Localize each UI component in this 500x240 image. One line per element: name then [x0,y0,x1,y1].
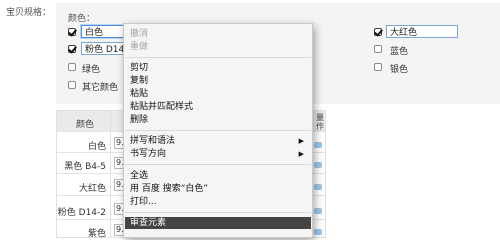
table-cell-color: 黑色 B4-5 [64,162,106,172]
batch-edit-icon[interactable] [314,208,322,214]
menu-item-redo[interactable]: 重做 [130,41,308,53]
color-label-silver: 银色 [390,65,409,75]
spec-label: 宝贝规格： [6,8,52,18]
menu-item-spelling-grammar[interactable]: 拼写和语法 ▶ [130,135,308,147]
menu-item-copy[interactable]: 复制 [130,75,308,87]
checkbox-green[interactable] [68,63,76,71]
checkbox-pink[interactable] [68,45,76,53]
menu-item-search-baidu[interactable]: 用 百度 搜索“白色” [130,183,308,195]
batch-edit-icon[interactable] [314,162,322,168]
menu-item-select-all[interactable]: 全选 [130,170,308,182]
menu-separator [125,164,311,165]
menu-item-label: 书写方向 [130,149,167,159]
color-label-green: 绿色 [82,65,101,75]
checkbox-silver[interactable] [374,63,382,71]
menu-separator [125,130,311,131]
menu-separator [125,212,311,213]
menu-item-writing-direction[interactable]: 书写方向 ▶ [130,148,308,160]
color-section-title: 颜色： [68,14,96,24]
table-header-color: 颜色 [76,120,95,130]
submenu-arrow-icon: ▶ [298,137,304,145]
checkbox-other[interactable] [68,81,76,89]
context-menu: 撤消 重做 剪切 复制 粘贴 粘贴并匹配样式 删除 拼写和语法 ▶ 书写方向 ▶… [123,23,313,238]
checkbox-red[interactable] [374,28,382,36]
menu-item-label: 拼写和语法 [130,136,176,146]
menu-item-cut[interactable]: 剪切 [130,62,308,74]
submenu-arrow-icon: ▶ [298,150,304,158]
menu-item-undo[interactable]: 撤消 [130,28,308,40]
table-cell-color: 大红色 [78,184,106,194]
batch-edit-icon[interactable] [314,229,322,235]
batch-edit-icon[interactable] [314,184,322,190]
checkbox-white[interactable] [68,28,76,36]
table-cell-color: 紫色 [87,229,106,239]
menu-item-print[interactable]: 打印... [130,196,308,208]
menu-item-paste[interactable]: 粘贴 [130,88,308,100]
color-name-input-red[interactable] [386,25,458,38]
menu-item-inspect-element[interactable]: 审查元素 [125,217,311,229]
color-label-blue: 蓝色 [390,47,409,57]
color-label-other: 其它颜色 [82,83,119,93]
menu-item-paste-match-style[interactable]: 粘贴并匹配样式 [130,101,308,113]
table-cell-color: 粉色 D14-2 [57,208,106,218]
table-cell-color: 白色 [87,142,106,152]
batch-edit-icon[interactable] [314,142,322,148]
checkbox-blue[interactable] [374,45,382,53]
menu-item-delete[interactable]: 删除 [130,114,308,126]
menu-separator [125,57,311,58]
